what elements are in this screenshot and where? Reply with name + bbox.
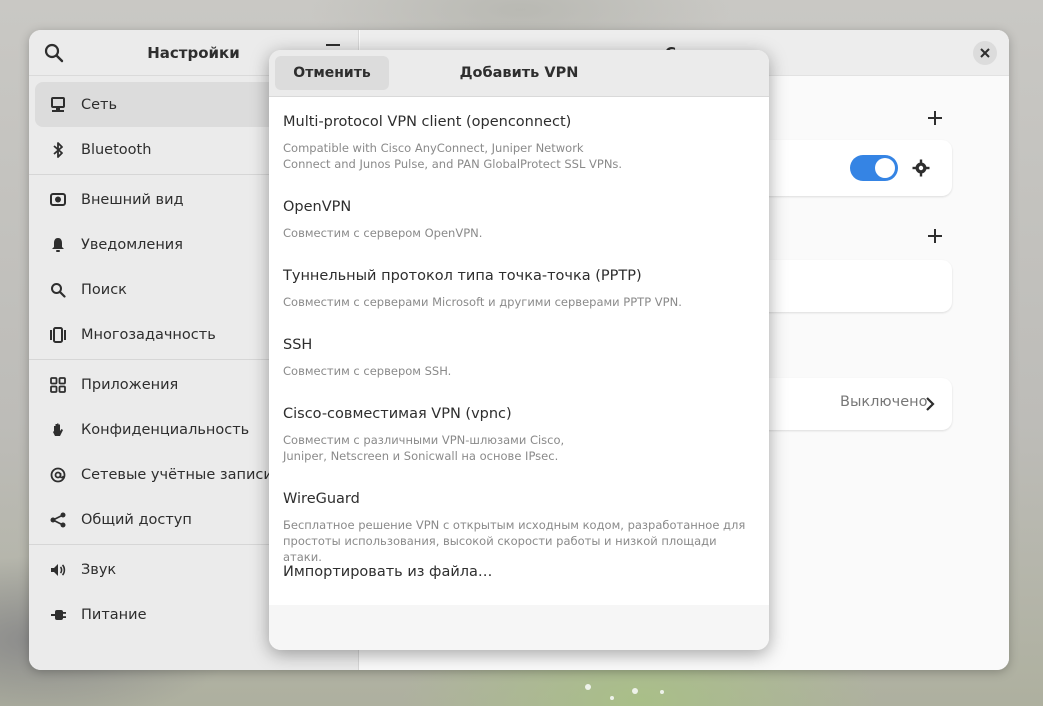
sidebar-item-label: Сеть	[81, 96, 118, 113]
sidebar-item-label: Питание	[81, 606, 147, 623]
add-vpn-icon[interactable]	[927, 228, 943, 244]
vpn-option-description: Совместим с серверами Microsoft и другим…	[283, 295, 682, 309]
vpn-option-name: Multi-protocol VPN client (openconnect)	[283, 114, 572, 130]
vpn-option-import-file[interactable]: Импортировать из файла…	[269, 547, 769, 605]
wallpaper-dot	[632, 688, 638, 694]
sidebar-item-label: Поиск	[81, 281, 127, 298]
dialog-header: Отменить Добавить VPN	[269, 50, 769, 97]
proxy-status: Выключено	[840, 394, 928, 410]
sidebar-item-label: Конфиденциальность	[81, 421, 250, 438]
close-icon	[980, 48, 990, 58]
vpn-option-name: Туннельный протокол типа точка-точка (PP…	[283, 268, 642, 284]
chevron-right-icon	[926, 397, 935, 411]
appearance-icon	[49, 191, 67, 209]
sidebar-item-label: Многозадачность	[81, 326, 216, 343]
vpn-type-list: Multi-protocol VPN client (openconnect) …	[269, 97, 769, 605]
search-icon	[49, 281, 67, 299]
vpn-option-name: Импортировать из файла…	[283, 564, 493, 580]
cancel-button[interactable]: Отменить	[275, 56, 389, 90]
vpn-option-name: OpenVPN	[283, 199, 352, 215]
vpn-option-openvpn[interactable]: OpenVPN Совместим с сервером OpenVPN.	[269, 184, 769, 253]
wallpaper-dot	[585, 684, 591, 690]
hand-icon	[49, 421, 67, 439]
sidebar-item-label: Общий доступ	[81, 511, 192, 528]
vpn-option-name: SSH	[283, 337, 313, 353]
vpn-option-description: Compatible with Cisco AnyConnect, Junipe…	[283, 141, 623, 171]
vpn-option-vpnc[interactable]: Cisco-совместимая VPN (vpnc) Совместим с…	[269, 391, 769, 476]
bell-icon	[49, 236, 67, 254]
vpn-option-description: Совместим с различными VPN-шлюзами Cisco…	[283, 433, 565, 463]
add-vpn-dialog: Отменить Добавить VPN Multi-protocol VPN…	[269, 50, 769, 650]
network-icon	[49, 96, 67, 114]
wired-toggle[interactable]	[850, 155, 898, 181]
vpn-option-description: Совместим с сервером SSH.	[283, 364, 452, 378]
close-button[interactable]	[973, 41, 997, 65]
at-icon	[49, 466, 67, 484]
power-plug-icon	[49, 606, 67, 624]
sidebar-item-label: Внешний вид	[81, 191, 184, 208]
sidebar-item-label: Уведомления	[81, 236, 183, 253]
gear-icon[interactable]	[912, 159, 930, 177]
wallpaper-dot	[660, 690, 664, 694]
sidebar-item-label: Bluetooth	[81, 141, 152, 158]
speaker-icon	[49, 561, 67, 579]
bluetooth-icon	[49, 141, 67, 159]
multitasking-icon	[49, 326, 67, 344]
vpn-option-name: Cisco-совместимая VPN (vpnc)	[283, 406, 512, 422]
sidebar-item-label: Звук	[81, 561, 117, 578]
wallpaper-dot	[610, 696, 614, 700]
add-wired-icon[interactable]	[927, 110, 943, 126]
vpn-option-ssh[interactable]: SSH Совместим с сервером SSH.	[269, 322, 769, 391]
vpn-option-pptp[interactable]: Туннельный протокол типа точка-точка (PP…	[269, 253, 769, 322]
vpn-option-openconnect[interactable]: Multi-protocol VPN client (openconnect) …	[269, 97, 769, 184]
vpn-option-description: Совместим с сервером OpenVPN.	[283, 226, 483, 240]
share-icon	[49, 511, 67, 529]
vpn-option-name: WireGuard	[283, 491, 360, 507]
dialog-footer	[269, 605, 769, 650]
vpn-option-wireguard[interactable]: WireGuard Бесплатное решение VPN с откры…	[269, 476, 769, 564]
apps-grid-icon	[49, 376, 67, 394]
sidebar-item-label: Приложения	[81, 376, 179, 393]
sidebar-item-label: Сетевые учётные записи	[81, 466, 273, 483]
